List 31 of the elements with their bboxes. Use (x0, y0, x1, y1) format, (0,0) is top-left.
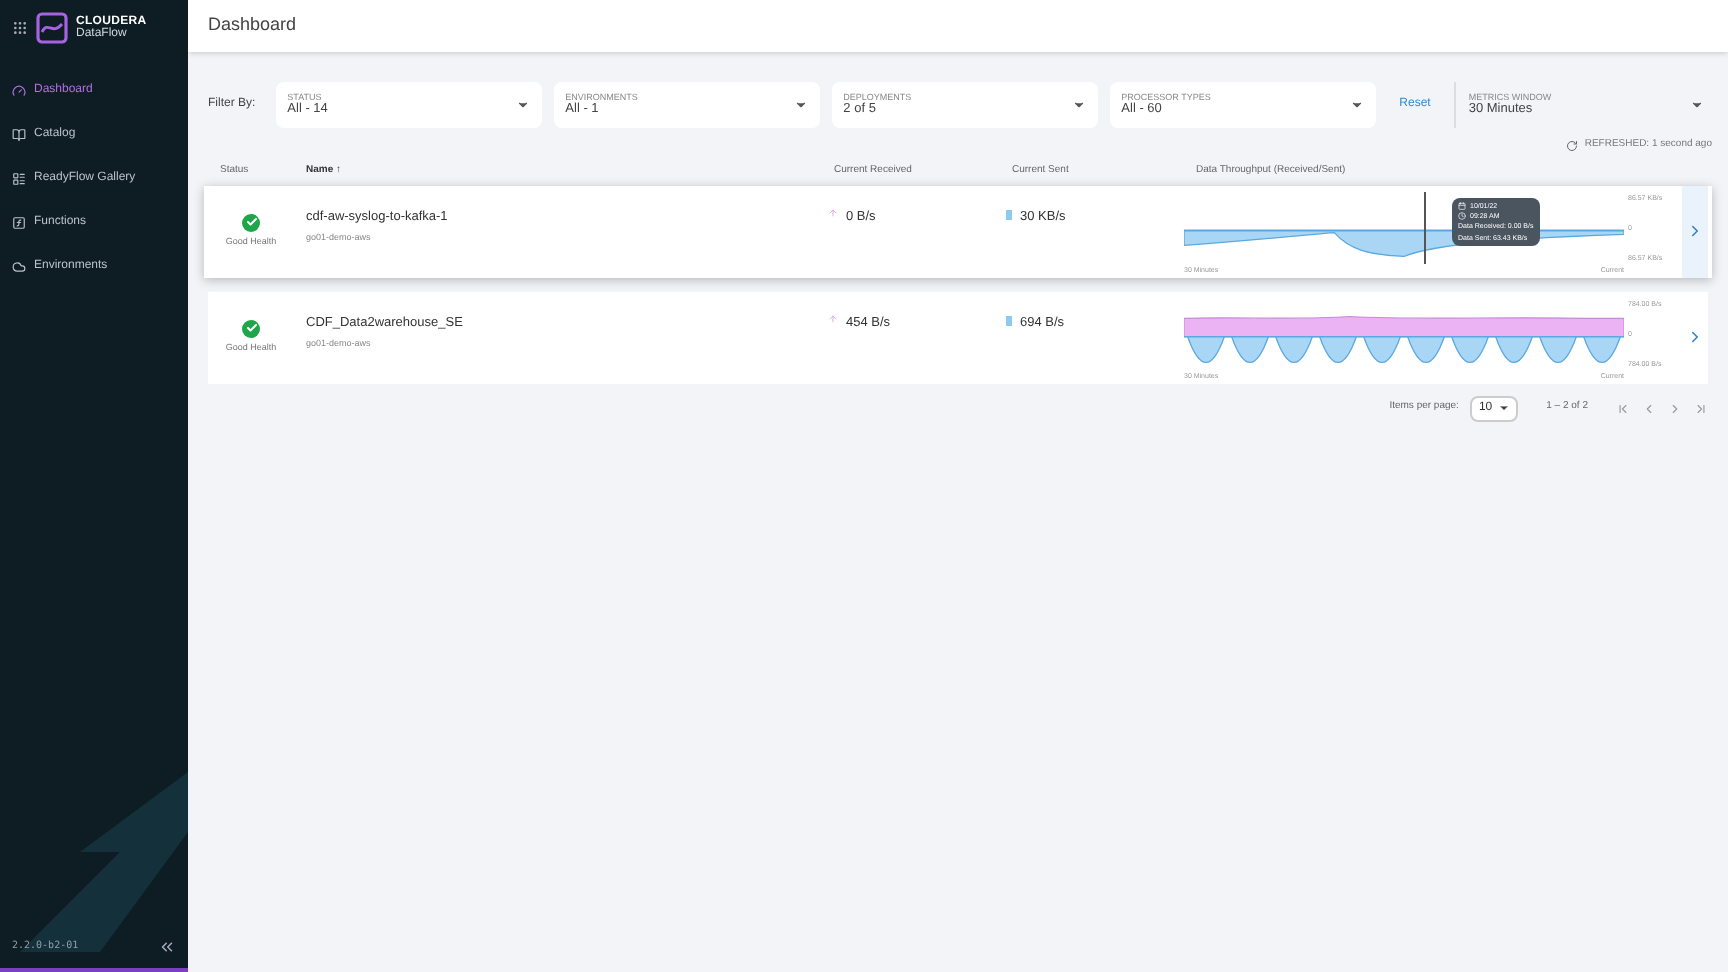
dropdown-arrow-icon (515, 98, 530, 112)
function-icon (12, 216, 26, 230)
refresh-icon[interactable] (1566, 139, 1579, 152)
cloud-icon (12, 260, 26, 274)
sent-marker-icon (1006, 315, 1012, 325)
first-page-icon[interactable] (1616, 401, 1630, 415)
apps-grid-icon[interactable] (12, 20, 28, 36)
gauge-icon (12, 84, 26, 98)
next-page-icon[interactable] (1668, 401, 1682, 415)
dropdown-arrow-icon (1349, 98, 1364, 112)
dropdown-arrow-icon (1071, 98, 1086, 112)
dropdown-arrow-icon (1690, 98, 1704, 112)
received-arrow-icon (828, 207, 838, 217)
previous-page-icon[interactable] (1642, 401, 1656, 415)
page-title: Dashboard (208, 12, 297, 39)
collapse-icon[interactable] (158, 938, 176, 956)
health-check-icon (242, 213, 260, 232)
list-icon (12, 172, 26, 186)
received-arrow-icon (828, 313, 838, 323)
dropdown-arrow-icon (793, 98, 808, 112)
health-check-icon (242, 319, 260, 338)
clock-icon (1458, 212, 1466, 221)
hover-line (1424, 191, 1426, 263)
logo-icon (36, 12, 68, 44)
calendar-icon (1458, 201, 1466, 210)
book-icon (12, 128, 26, 142)
sent-marker-icon (1006, 209, 1012, 219)
last-page-icon[interactable] (1694, 401, 1708, 415)
dropdown-arrow-icon (1498, 402, 1511, 414)
chevron-right-icon (1686, 222, 1704, 240)
chevron-right-icon (1686, 328, 1704, 346)
